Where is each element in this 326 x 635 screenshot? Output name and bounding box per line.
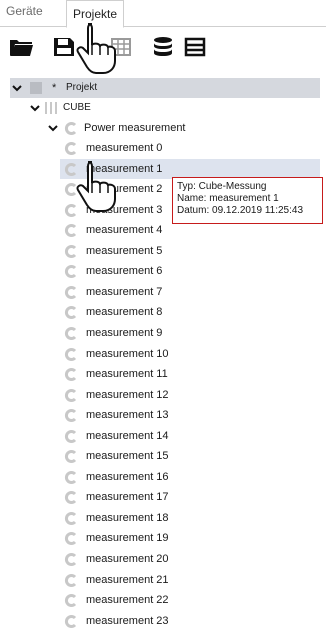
tree-item-label: measurement 22 bbox=[86, 594, 169, 607]
tree-item-label: measurement 10 bbox=[86, 347, 169, 360]
tree-item-label: measurement 8 bbox=[86, 306, 163, 319]
measurement-c-icon bbox=[64, 450, 77, 464]
chevron-down-icon[interactable] bbox=[12, 78, 22, 106]
measurement-c-icon bbox=[64, 532, 77, 546]
measurement-c-icon bbox=[64, 614, 77, 628]
measurement-c-icon bbox=[64, 594, 77, 608]
tree-item-measurement[interactable]: measurement 23 bbox=[60, 611, 320, 631]
tree-item-measurement[interactable]: measurement 22 bbox=[60, 590, 320, 610]
tree-item-measurement[interactable]: measurement 7 bbox=[60, 282, 320, 302]
tree-node-cube[interactable]: CUBE bbox=[28, 98, 320, 118]
tree-node-power-measurement[interactable]: Power measurement bbox=[44, 118, 320, 138]
tree-item-measurement[interactable]: measurement 15 bbox=[60, 446, 320, 466]
tooltip-type: Typ: Cube-Messung bbox=[177, 181, 267, 192]
tree-item-label: measurement 21 bbox=[86, 573, 169, 586]
measurement-c-icon bbox=[64, 285, 77, 299]
list-icon[interactable] bbox=[184, 36, 206, 61]
tree-item-label: measurement 6 bbox=[86, 265, 163, 278]
measurement-c-icon bbox=[64, 244, 77, 258]
measurement-c-icon bbox=[64, 306, 77, 320]
tree-item-label: measurement 19 bbox=[86, 532, 169, 545]
tooltip: Typ: Cube-Messung Name: measurement 1 Da… bbox=[172, 177, 323, 224]
chevron-down-icon[interactable] bbox=[30, 98, 40, 126]
tree-item-label: measurement 5 bbox=[86, 244, 163, 257]
tree-item-measurement[interactable]: measurement 6 bbox=[60, 261, 320, 281]
tree-item-measurement[interactable]: measurement 0 bbox=[60, 138, 320, 158]
measurement-c-icon bbox=[64, 224, 77, 238]
tree-item-label: measurement 7 bbox=[86, 285, 163, 298]
tree-item-label: measurement 15 bbox=[86, 450, 169, 463]
tree-item-measurement[interactable]: measurement 13 bbox=[60, 405, 320, 425]
tab-bar: Geräte Projekte bbox=[0, 0, 326, 28]
tree-node-label: CUBE bbox=[63, 102, 91, 113]
tree-item-label: measurement 12 bbox=[86, 388, 169, 401]
tree-item-measurement[interactable]: measurement 21 bbox=[60, 570, 320, 590]
measurement-c-icon bbox=[64, 409, 77, 423]
tree-item-label: measurement 9 bbox=[86, 326, 163, 339]
folder-open-icon[interactable] bbox=[8, 36, 34, 61]
tree-item-measurement[interactable]: measurement 14 bbox=[60, 426, 320, 446]
tree-node-label: Power measurement bbox=[84, 122, 186, 134]
tree-item-label: measurement 17 bbox=[86, 491, 169, 504]
measurement-c-icon bbox=[64, 553, 77, 566]
measurement-c-icon bbox=[64, 265, 77, 279]
tree-item-label: measurement 18 bbox=[86, 511, 169, 524]
tab-divider bbox=[0, 26, 326, 27]
measurement-c-icon bbox=[64, 470, 77, 484]
measurement-c-icon bbox=[64, 491, 77, 505]
measurement-c-icon bbox=[64, 511, 77, 525]
hand-cursor-icon bbox=[74, 20, 126, 79]
tree-item-label: measurement 16 bbox=[86, 470, 169, 483]
tree-item-label: measurement 13 bbox=[86, 409, 169, 422]
measurement-c-icon bbox=[64, 388, 77, 402]
tree-item-measurement[interactable]: measurement 10 bbox=[60, 344, 320, 364]
save-icon[interactable] bbox=[52, 36, 76, 61]
tree-item-measurement[interactable]: measurement 12 bbox=[60, 385, 320, 405]
tree-item-measurement[interactable]: measurement 16 bbox=[60, 467, 320, 487]
tree-item-measurement[interactable]: measurement 19 bbox=[60, 528, 320, 548]
chevron-down-icon[interactable] bbox=[48, 118, 58, 146]
database-icon[interactable] bbox=[152, 36, 174, 61]
tree-item-measurement[interactable]: measurement 9 bbox=[60, 323, 320, 343]
measurement-c-icon bbox=[64, 326, 77, 340]
measurement-c-icon bbox=[64, 368, 77, 382]
measurement-c-icon bbox=[64, 142, 77, 155]
tree-item-label: measurement 14 bbox=[86, 429, 169, 442]
tooltip-date: Datum: 09.12.2019 11:25:43 bbox=[177, 205, 304, 216]
measurement-c-icon bbox=[64, 429, 77, 443]
tree-item-measurement[interactable]: measurement 8 bbox=[60, 302, 320, 322]
tree-item-label: measurement 4 bbox=[86, 224, 163, 237]
tree-root-label: Projekt bbox=[66, 82, 98, 93]
tree-item-label: measurement 20 bbox=[86, 553, 169, 565]
measurement-c-icon bbox=[64, 122, 77, 135]
tree-item-measurement[interactable]: measurement 20 bbox=[60, 549, 320, 569]
toolbar bbox=[0, 34, 326, 60]
tree-root-projekt[interactable]: * Projekt bbox=[10, 78, 320, 98]
tree-item-measurement[interactable]: measurement 18 bbox=[60, 508, 320, 528]
tree-item-label: measurement 11 bbox=[86, 368, 168, 381]
tree-item-label: measurement 0 bbox=[86, 142, 163, 154]
modified-marker: * bbox=[52, 82, 57, 94]
measurement-c-icon bbox=[64, 573, 77, 587]
measurement-c-icon bbox=[64, 347, 77, 361]
tree-item-measurement[interactable]: measurement 5 bbox=[60, 241, 320, 261]
tree-item-label: measurement 23 bbox=[86, 614, 169, 627]
tooltip-name: Name: measurement 1 bbox=[177, 193, 279, 204]
project-icon bbox=[30, 82, 42, 94]
hand-cursor-icon bbox=[74, 158, 126, 217]
tab-geraete[interactable]: Geräte bbox=[6, 4, 43, 18]
tree-item-measurement[interactable]: measurement 17 bbox=[60, 487, 320, 507]
tree-item-measurement[interactable]: measurement 11 bbox=[60, 364, 320, 384]
